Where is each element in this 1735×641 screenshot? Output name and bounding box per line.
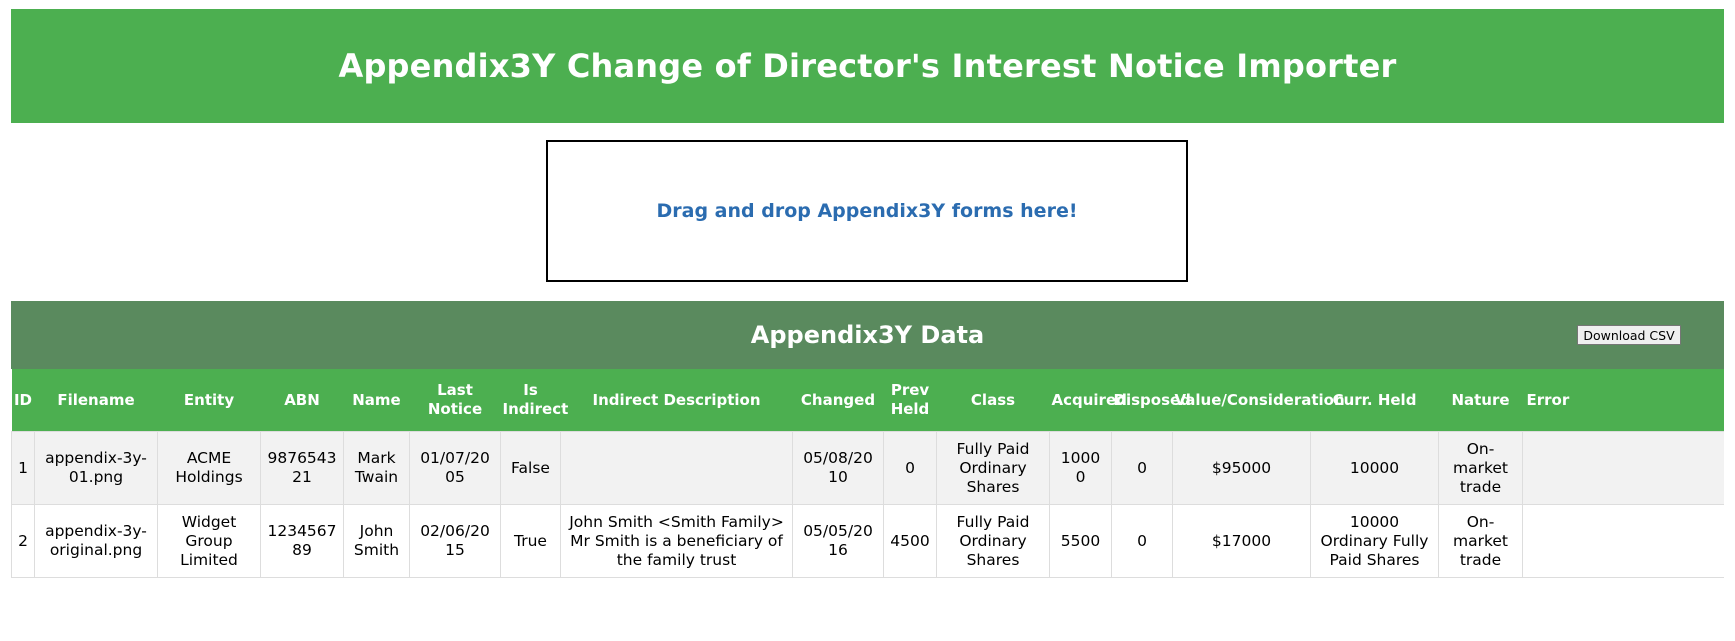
cell-value-consideration: $17000 [1172, 504, 1311, 578]
cell-entity: ACME Holdings [157, 431, 261, 505]
cell-name: Mark Twain [343, 431, 410, 505]
cell-disposed: 0 [1111, 504, 1173, 578]
cell-prev-held: 4500 [883, 504, 937, 578]
cell-error [1522, 504, 1724, 578]
file-dropzone[interactable]: Drag and drop Appendix3Y forms here! [546, 140, 1188, 282]
cell-entity: Widget Group Limited [157, 504, 261, 578]
cell-filename: appendix-3y-original.png [34, 504, 158, 578]
cell-changed: 05/05/2016 [792, 504, 884, 578]
table-header-row: ID Filename Entity ABN Name Last Notice … [11, 369, 1724, 432]
page-title: Appendix3Y Change of Director's Interest… [338, 47, 1397, 85]
table-row: 2 appendix-3y-original.png Widget Group … [11, 504, 1724, 578]
cell-curr-held: 10000 [1310, 431, 1439, 505]
panel-title: Appendix3Y Data [750, 321, 985, 349]
col-entity-header: Entity [157, 369, 261, 432]
cell-is-indirect: True [500, 504, 561, 578]
app-header: Appendix3Y Change of Director's Interest… [11, 9, 1724, 123]
cell-nature: On-market trade [1438, 504, 1523, 578]
cell-last-notice: 02/06/2015 [409, 504, 501, 578]
col-error-header: Error [1522, 369, 1724, 432]
cell-name: John Smith [343, 504, 410, 578]
cell-error [1522, 431, 1724, 505]
col-disposed-header: Disposed [1111, 369, 1191, 432]
col-acquired-header: Acquired [1049, 369, 1127, 432]
col-class-header: Class [936, 369, 1050, 432]
download-csv-button[interactable]: Download CSV [1577, 325, 1681, 345]
cell-last-notice: 01/07/2005 [409, 431, 501, 505]
col-id-header: ID [11, 369, 35, 432]
cell-acquired: 5500 [1049, 504, 1112, 578]
cell-disposed: 0 [1111, 431, 1173, 505]
col-prev-held-header: Prev Held [883, 369, 937, 432]
cell-acquired: 10000 [1049, 431, 1112, 505]
dropzone-label: Drag and drop Appendix3Y forms here! [656, 200, 1078, 222]
cell-abn: 987654321 [260, 431, 344, 505]
data-table-container: ID Filename Entity ABN Name Last Notice … [11, 369, 1724, 579]
cell-curr-held: 10000 Ordinary Fully Paid Shares [1310, 504, 1439, 578]
cell-filename: appendix-3y-01.png [34, 431, 158, 505]
cell-indirect-description: John Smith <Smith Family> Mr Smith is a … [560, 504, 793, 578]
data-table: ID Filename Entity ABN Name Last Notice … [11, 369, 1724, 578]
col-nature-header: Nature [1438, 369, 1523, 432]
cell-id: 2 [11, 504, 35, 578]
cell-class: Fully Paid Ordinary Shares [936, 431, 1050, 505]
col-abn-header: ABN [260, 369, 344, 432]
cell-indirect-description [560, 431, 793, 505]
col-changed-header: Changed [792, 369, 884, 432]
cell-abn: 123456789 [260, 504, 344, 578]
col-is-indirect-header: Is Indirect [500, 369, 568, 432]
cell-id: 1 [11, 431, 35, 505]
col-filename-header: Filename [34, 369, 158, 432]
col-value-consideration-header: Value/Consideration [1172, 369, 1345, 432]
data-panel-header: Appendix3Y Data [11, 301, 1724, 369]
col-name-header: Name [343, 369, 410, 432]
cell-prev-held: 0 [883, 431, 937, 505]
col-last-notice-header: Last Notice [409, 369, 501, 432]
cell-is-indirect: False [500, 431, 561, 505]
cell-nature: On-market trade [1438, 431, 1523, 505]
col-indirect-description-header: Indirect Description [560, 369, 793, 432]
table-row: 1 appendix-3y-01.png ACME Holdings 98765… [11, 431, 1724, 505]
cell-value-consideration: $95000 [1172, 431, 1311, 505]
cell-changed: 05/08/2010 [792, 431, 884, 505]
cell-class: Fully Paid Ordinary Shares [936, 504, 1050, 578]
